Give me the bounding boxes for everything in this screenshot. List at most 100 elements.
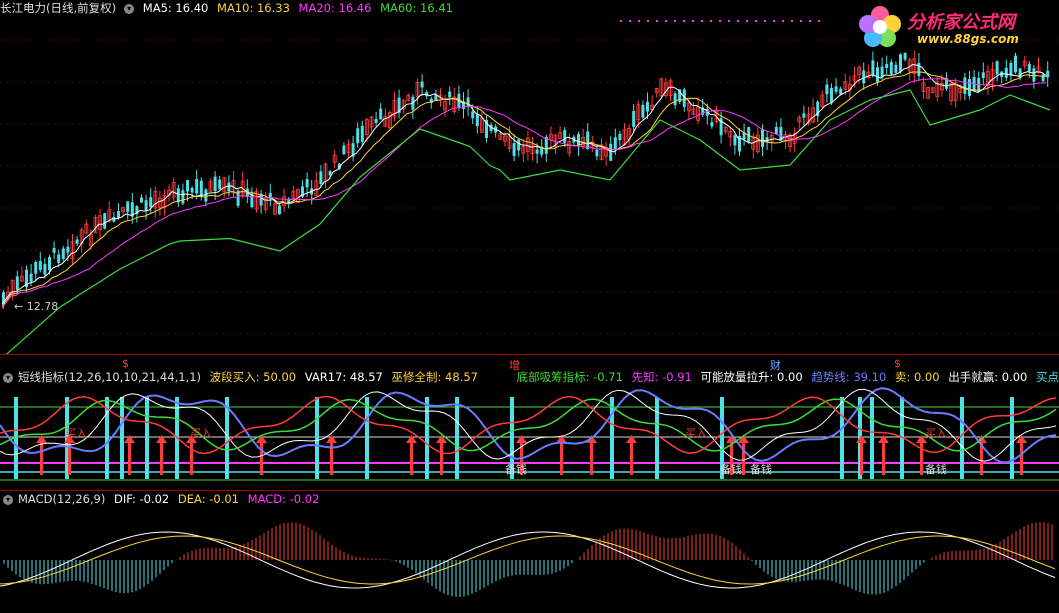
prophet-value: 先知: -0.91 [631, 370, 692, 384]
settings-gear-icon[interactable]: ▾ [124, 3, 135, 14]
candle-body [61, 248, 65, 259]
candle-body [899, 54, 902, 72]
signal-dot [629, 20, 631, 22]
dif-value: DIF: -0.02 [114, 492, 170, 506]
signal-dot [665, 20, 667, 22]
candle-body [34, 261, 38, 274]
candle-body [1041, 74, 1045, 82]
win-value: 出手就赢: 0.00 [948, 370, 1028, 384]
trend-line-value: 趋势线: 39.10 [811, 370, 887, 384]
logo-url: www.88gs.com [917, 32, 1019, 46]
candle-body [103, 213, 107, 229]
stepped-line [0, 395, 1057, 455]
candle-body [834, 86, 838, 92]
candle-body [586, 131, 590, 150]
candle-body [117, 211, 120, 219]
site-logo: 分析家公式网 www.88gs.com [855, 2, 1055, 54]
candle-body [448, 91, 452, 98]
signal-dot [809, 20, 811, 22]
candle-body [140, 197, 143, 203]
candle-body [195, 179, 199, 194]
candle-body [1027, 63, 1031, 72]
candle-body [204, 189, 208, 202]
settings-gear-icon[interactable]: ▾ [3, 372, 13, 383]
signal-dot [692, 20, 694, 22]
label-prep: 备钱 [925, 462, 947, 476]
ma60-value: MA60: 16.41 [380, 1, 453, 15]
volume-rise-value: 可能放量拉升: 0.00 [700, 370, 803, 384]
label-buy: 买入 [925, 427, 947, 440]
indicator-name: 短线指标(12,26,10,10,21,44,1,1) [18, 370, 201, 384]
signal-dot [800, 20, 802, 22]
up-arrow-icon [626, 435, 637, 443]
candle-body [75, 239, 79, 244]
candle-body [1014, 55, 1017, 73]
main-chart-panel[interactable]: 长江电力(日线,前复权) ▾ MA5: 16.40 MA10: 16.33 MA2… [0, 0, 1059, 355]
candle-body [15, 276, 19, 290]
candle-body [471, 111, 475, 119]
label-buy: 买入 [190, 427, 212, 440]
up-arrow-icon [1016, 435, 1027, 443]
candle-body [149, 197, 153, 208]
settings-gear-icon[interactable]: ▾ [3, 494, 13, 505]
candle-body [144, 200, 148, 211]
signal-dot [746, 20, 748, 22]
candle-body [609, 143, 613, 161]
candle-body [710, 122, 714, 127]
up-arrow-icon [516, 435, 527, 443]
candle-body [894, 64, 898, 73]
ma10-value: MA10: 16.33 [217, 1, 290, 15]
buy-bar [610, 397, 614, 479]
buy-bar [655, 397, 659, 479]
candle-body [761, 129, 764, 147]
candle-body [218, 179, 222, 190]
label-prep: 备钱 [505, 462, 527, 476]
macd-panel[interactable]: ▾ MACD(12,26,9) DIF: -0.02 DEA: -0.01 MAC… [0, 490, 1059, 613]
macd-name: MACD(12,26,9) [18, 492, 106, 506]
candle-body [995, 61, 999, 75]
band-buy-value: 波段买入: 50.00 [209, 370, 297, 384]
candle-body [917, 62, 921, 76]
low-price-value: 12.78 [26, 300, 59, 313]
signal-dot [656, 20, 658, 22]
signal-dot [719, 20, 721, 22]
signal-dot [620, 20, 622, 22]
macd-header: ▾ MACD(12,26,9) DIF: -0.02 DEA: -0.01 MAC… [0, 491, 324, 507]
ma5-value: MA5: 16.40 [142, 1, 209, 15]
candle-body [512, 143, 516, 156]
candle-body [871, 60, 875, 76]
candle-body [613, 137, 617, 150]
candle-body [43, 263, 47, 275]
candle-body [48, 257, 51, 271]
low-price-label: ← 12.78 [14, 300, 59, 313]
candle-body [641, 104, 645, 118]
candle-body [112, 216, 116, 222]
signal-dot [674, 20, 676, 22]
signal-dot [638, 20, 640, 22]
candle-body [1004, 67, 1008, 78]
candle-body [646, 101, 649, 112]
signal-dot [710, 20, 712, 22]
main-header: 长江电力(日线,前复权) ▾ MA5: 16.40 MA10: 16.33 MA2… [0, 0, 458, 16]
label-buy: 买入 [685, 427, 707, 440]
candle-body [319, 171, 323, 185]
up-arrow-icon [878, 435, 889, 443]
candle-body [535, 149, 539, 154]
ma20-value: MA20: 16.46 [298, 1, 372, 15]
up-arrow-icon [856, 435, 867, 443]
candle-body [825, 84, 829, 95]
candle-body [199, 180, 203, 197]
flower-logo-icon [859, 6, 901, 47]
var17-value: VAR17: 48.57 [304, 370, 383, 384]
candle-body [563, 130, 567, 143]
candle-body [57, 254, 61, 263]
buy-bar [870, 397, 874, 479]
signal-dot [737, 20, 739, 22]
macd-chart[interactable] [0, 490, 1059, 613]
short-line-indicator-panel[interactable]: 备钱 备钱 备钱 备钱 买入 买入 买入 买入 ▾ 短线指标(12,26,10,10,21,44… [0, 355, 1059, 490]
candle-body [862, 70, 866, 84]
candle-body [475, 114, 479, 127]
candle-body [618, 133, 622, 141]
ma20-line [1, 78, 1047, 309]
candle-body [595, 149, 599, 157]
